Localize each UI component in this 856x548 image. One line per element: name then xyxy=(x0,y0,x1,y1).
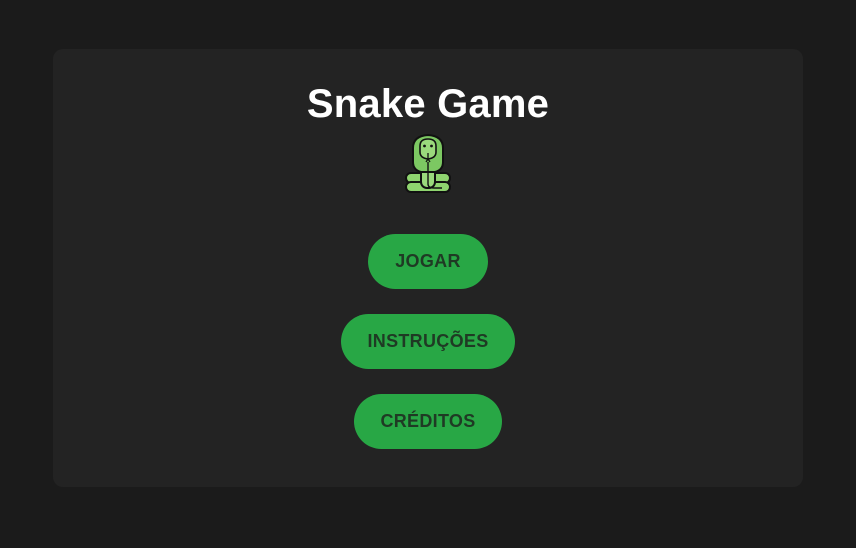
play-button[interactable]: JOGAR xyxy=(368,234,488,289)
snake-icon xyxy=(402,132,454,198)
game-title: Snake Game xyxy=(306,82,550,126)
credits-button[interactable]: CRÉDITOS xyxy=(354,394,502,449)
main-menu-card: Snake Game JOGAR INSTRUÇÕES CRÉDITOS xyxy=(53,49,803,487)
instructions-button[interactable]: INSTRUÇÕES xyxy=(341,314,515,369)
